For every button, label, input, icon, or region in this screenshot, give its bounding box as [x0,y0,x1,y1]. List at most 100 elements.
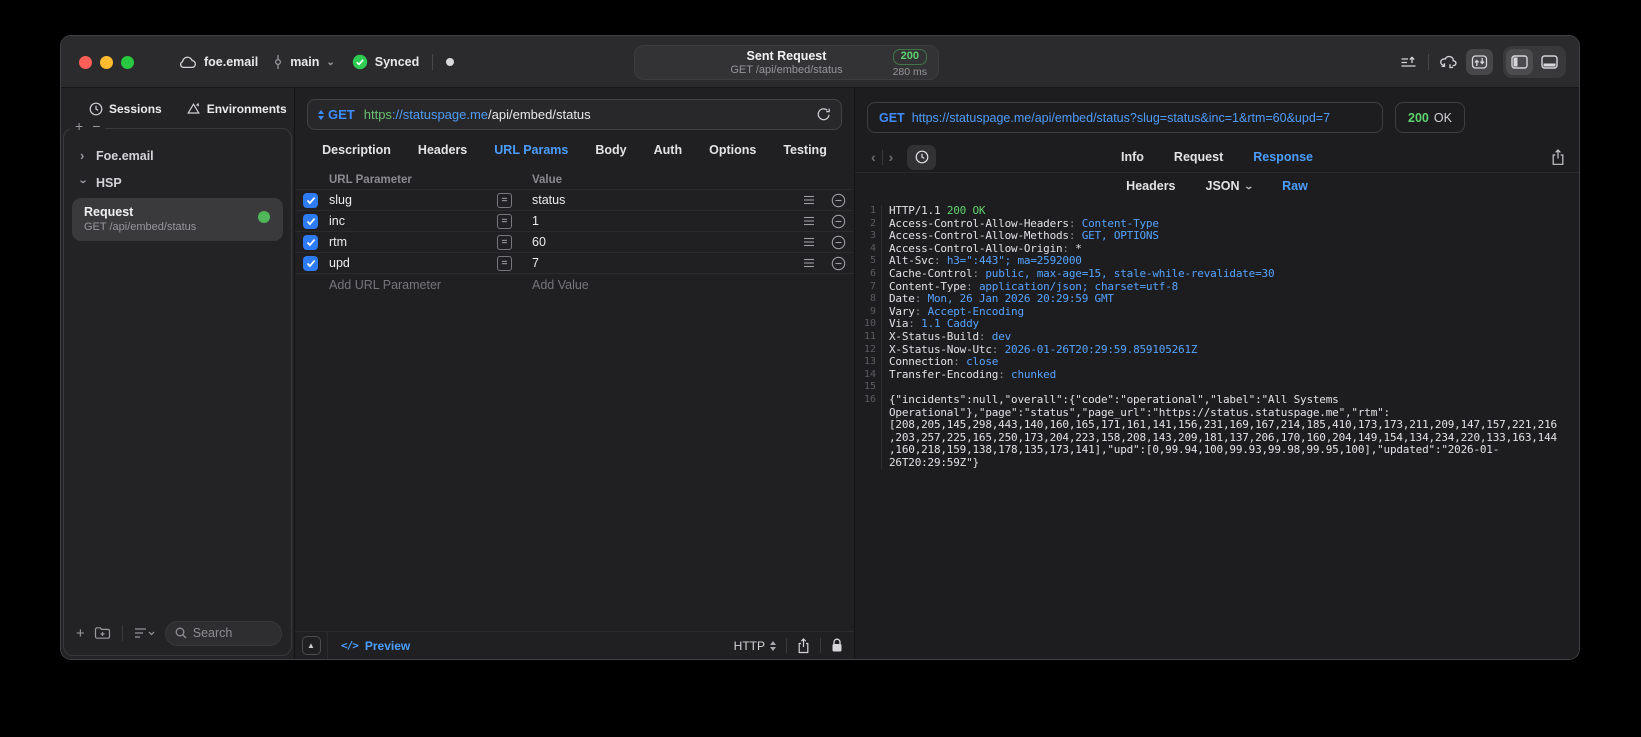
param-name[interactable]: rtm [329,235,497,249]
export-response-icon[interactable] [1551,148,1565,166]
session-tree: › Foe.email › HSP Request GET /api/embed/st… [64,129,291,241]
sort-options-icon[interactable] [134,627,156,639]
toggle-sidebar-button[interactable] [1506,49,1533,75]
url-host[interactable]: ://statuspage.me [392,107,488,122]
param-checkbox[interactable] [303,234,318,250]
remove-param-icon[interactable] [822,193,854,208]
remove-item-icon[interactable]: − [92,119,100,133]
chevron-right-icon[interactable]: › [80,148,88,163]
sync-button[interactable] [1466,49,1493,75]
footer-divider [786,638,787,653]
line-number: 3 [855,230,882,243]
toggle-bottom-panel-button[interactable] [1536,49,1563,75]
url-param-row[interactable]: rtm = 60 [295,232,854,253]
pull-changes-button[interactable] [1435,49,1462,75]
tab-environments[interactable]: Environments [186,102,287,116]
share-icon[interactable] [797,637,810,654]
row-options-icon[interactable] [796,216,822,226]
tab-auth[interactable]: Auth [654,143,682,157]
history-clock-button[interactable] [907,144,937,170]
new-request-icon[interactable]: + [76,625,85,642]
method-selector-icon[interactable] [318,109,324,120]
search-input[interactable]: Search [164,620,282,646]
url-param-row[interactable]: slug = status [295,190,854,211]
remove-param-icon[interactable] [822,214,854,229]
bottom-toolbar-divider [121,625,123,641]
line-number: 14 [855,368,882,382]
request-method[interactable]: GET [328,107,355,122]
zoom-window-button[interactable] [121,56,134,69]
add-value-placeholder[interactable]: Add Value [524,278,854,292]
tab-options[interactable]: Options [709,143,756,157]
subtab-raw[interactable]: Raw [1282,179,1308,193]
request-item-title: Request [84,205,134,219]
subtab-json[interactable]: JSON ⌄ [1206,179,1254,193]
response-tab-group: Info Request Response [1121,150,1313,164]
line-content [882,381,889,394]
tab-body[interactable]: Body [595,143,626,157]
add-url-parameter-placeholder[interactable]: Add URL Parameter [329,278,497,292]
tab-environments-label: Environments [206,102,287,116]
row-options-icon[interactable] [796,237,822,247]
history-controls: ‹ › [865,144,937,170]
minimize-window-button[interactable] [100,56,113,69]
search-icon [175,627,187,639]
forward-icon[interactable]: › [883,149,900,165]
branch-name[interactable]: main [290,55,319,69]
tree-item-hsp[interactable]: › HSP [70,169,285,196]
import-export-button[interactable] [1395,49,1422,75]
sync-status-label[interactable]: Synced [375,55,419,69]
preview-button[interactable]: </> Preview [341,639,410,653]
param-name[interactable]: slug [329,193,497,207]
tab-url-params[interactable]: URL Params [494,143,568,157]
line-number: 1 [855,205,882,218]
url-path[interactable]: /api/embed/status [488,107,591,122]
param-value[interactable]: 1 [524,214,796,228]
request-list-item-selected[interactable]: Request GET /api/embed/status [72,198,283,241]
param-value[interactable]: status [524,193,796,207]
back-icon[interactable]: ‹ [865,149,882,165]
remove-param-icon[interactable] [822,256,854,271]
tab-testing[interactable]: Testing [783,143,827,157]
tree-item-foe-email[interactable]: › Foe.email [70,142,285,169]
tab-request[interactable]: Request [1174,150,1223,164]
sent-url: https://statuspage.me/api/embed/status?s… [911,110,1331,125]
close-window-button[interactable] [79,56,92,69]
line-number: 8 [855,293,882,306]
sidebar-add-remove: + − [70,119,106,133]
url-scheme[interactable]: https [364,107,392,122]
row-options-icon[interactable] [796,258,822,268]
subtab-headers[interactable]: Headers [1126,179,1175,193]
tab-response[interactable]: Response [1253,150,1313,164]
tab-headers[interactable]: Headers [418,143,467,157]
expand-panel-button[interactable]: ▲ [301,636,321,655]
param-name[interactable]: upd [329,256,497,270]
tab-sessions[interactable]: Sessions [89,102,162,116]
unsaved-indicator-dot [446,58,455,66]
branch-chevron-icon[interactable]: ⌄ [326,57,334,68]
tab-description[interactable]: Description [322,143,391,157]
param-checkbox[interactable] [303,213,318,229]
url-param-row[interactable]: upd = 7 [295,253,854,274]
refresh-icon[interactable] [816,107,831,122]
sent-url-box[interactable]: GET https://statuspage.me/api/embed/stat… [867,102,1383,133]
param-value[interactable]: 60 [524,235,796,249]
tab-info[interactable]: Info [1121,150,1144,164]
url-param-row[interactable]: inc = 1 [295,211,854,232]
chevron-down-icon[interactable]: › [77,180,92,188]
param-checkbox[interactable] [303,255,318,271]
row-options-icon[interactable] [796,195,822,205]
response-body[interactable]: 1 HTTP/1.1 200 OK 2 Access-Control-Allow… [855,199,1579,659]
request-url-bar[interactable]: GET https://statuspage.me/api/embed/stat… [307,99,842,130]
workspace-name[interactable]: foe.email [204,55,258,69]
footer-right-controls: HTTP [734,637,854,654]
param-name[interactable]: inc [329,214,497,228]
param-checkbox[interactable] [303,192,318,208]
param-value[interactable]: 7 [524,256,796,270]
protocol-selector[interactable]: HTTP [734,639,776,653]
add-param-row[interactable]: Add URL Parameter Add Value [295,274,854,295]
new-folder-icon[interactable] [94,626,111,640]
remove-param-icon[interactable] [822,235,854,250]
request-status-pill[interactable]: Sent Request GET /api/embed/status 200 2… [634,45,939,80]
add-item-icon[interactable]: + [75,119,83,133]
